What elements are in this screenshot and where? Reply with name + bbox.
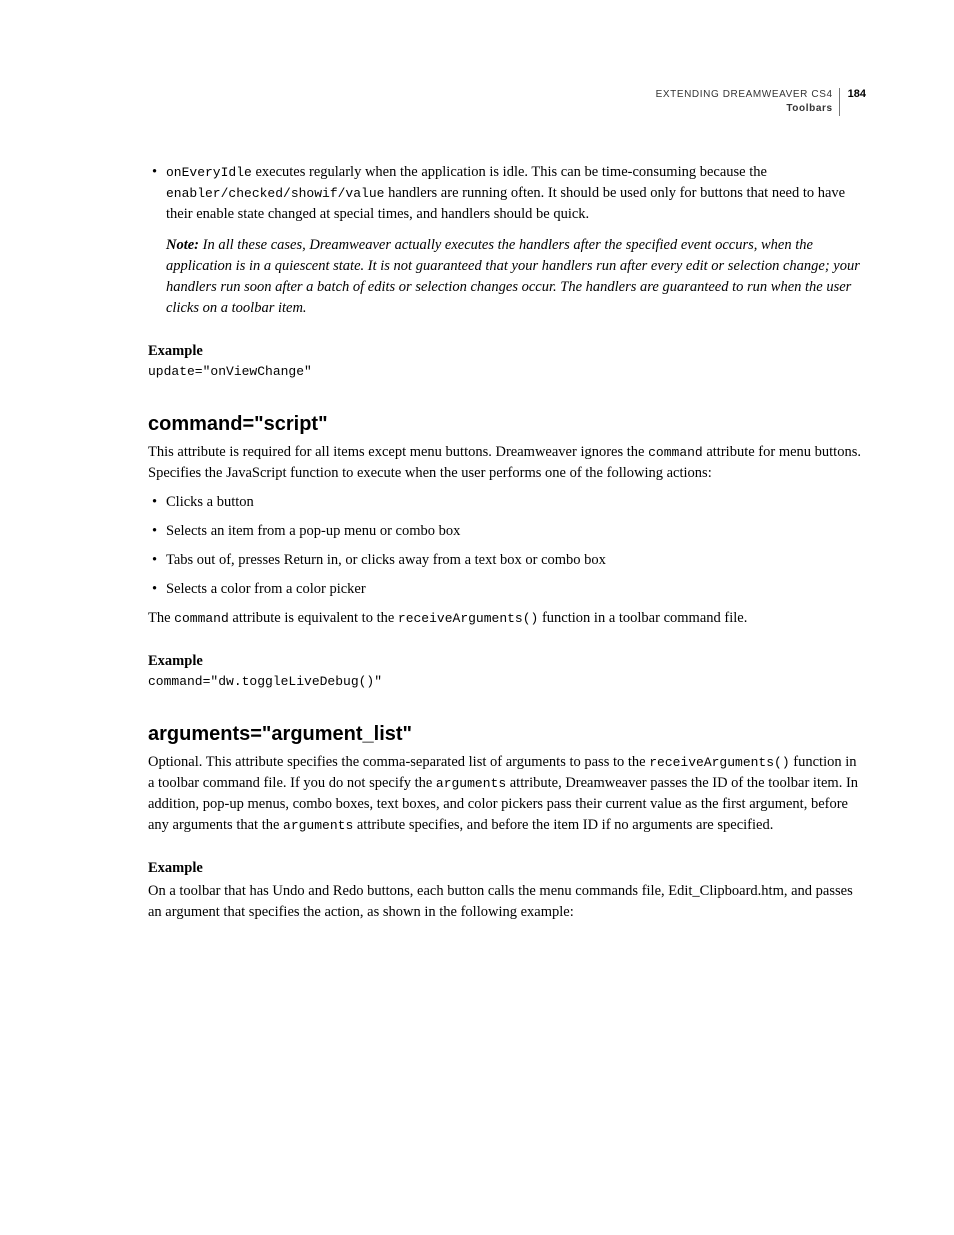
section-name: Toolbars [656,102,833,116]
inline-code: receiveArguments() [649,755,789,770]
list-item: Selects a color from a color picker [166,579,866,600]
list-item: Tabs out of, presses Return in, or click… [166,550,866,571]
body-text: function in a toolbar command file. [538,610,747,626]
inline-code: receiveArguments() [398,611,538,626]
paragraph: Optional. This attribute specifies the c… [148,752,866,836]
inline-code: enabler/checked/showif/value [166,186,384,201]
note-text: In all these cases, Dreamweaver actually… [166,237,860,316]
section-heading-arguments: arguments="argument_list" [148,723,866,746]
page: 184 EXTENDING DREAMWEAVER CS4 Toolbars o… [0,0,954,923]
example-heading: Example [148,343,866,360]
inline-code: arguments [436,776,506,791]
list-item: Clicks a button [166,492,866,513]
list-item: onEveryIdle executes regularly when the … [166,162,866,319]
code-block: command="dw.toggleLiveDebug()" [148,674,866,689]
paragraph: On a toolbar that has Undo and Redo butt… [148,881,866,923]
inline-code: command [174,611,229,626]
paragraph: This attribute is required for all items… [148,442,866,484]
note-block: Note: In all these cases, Dreamweaver ac… [166,235,866,319]
book-title: EXTENDING DREAMWEAVER CS4 [656,88,833,102]
inline-code: arguments [283,818,353,833]
running-header: EXTENDING DREAMWEAVER CS4 Toolbars [656,88,840,116]
example-heading: Example [148,653,866,670]
bullet-list-1: onEveryIdle executes regularly when the … [148,162,866,319]
example-heading: Example [148,860,866,877]
inline-code: onEveryIdle [166,165,252,180]
content-area: onEveryIdle executes regularly when the … [148,116,866,923]
list-item: Selects an item from a pop-up menu or co… [166,521,866,542]
body-text: attribute specifies, and before the item… [353,817,773,833]
body-text: Optional. This attribute specifies the c… [148,754,649,770]
section-heading-command: command="script" [148,413,866,436]
page-number: 184 [844,88,866,100]
body-text: The [148,610,174,626]
bullet-list-2: Clicks a button Selects an item from a p… [148,492,866,600]
body-text: This attribute is required for all items… [148,444,648,460]
code-block: update="onViewChange" [148,364,866,379]
inline-code: command [648,445,703,460]
paragraph: The command attribute is equivalent to t… [148,608,866,629]
body-text: attribute is equivalent to the [229,610,398,626]
note-label: Note: [166,237,199,253]
body-text: executes regularly when the application … [252,164,767,180]
